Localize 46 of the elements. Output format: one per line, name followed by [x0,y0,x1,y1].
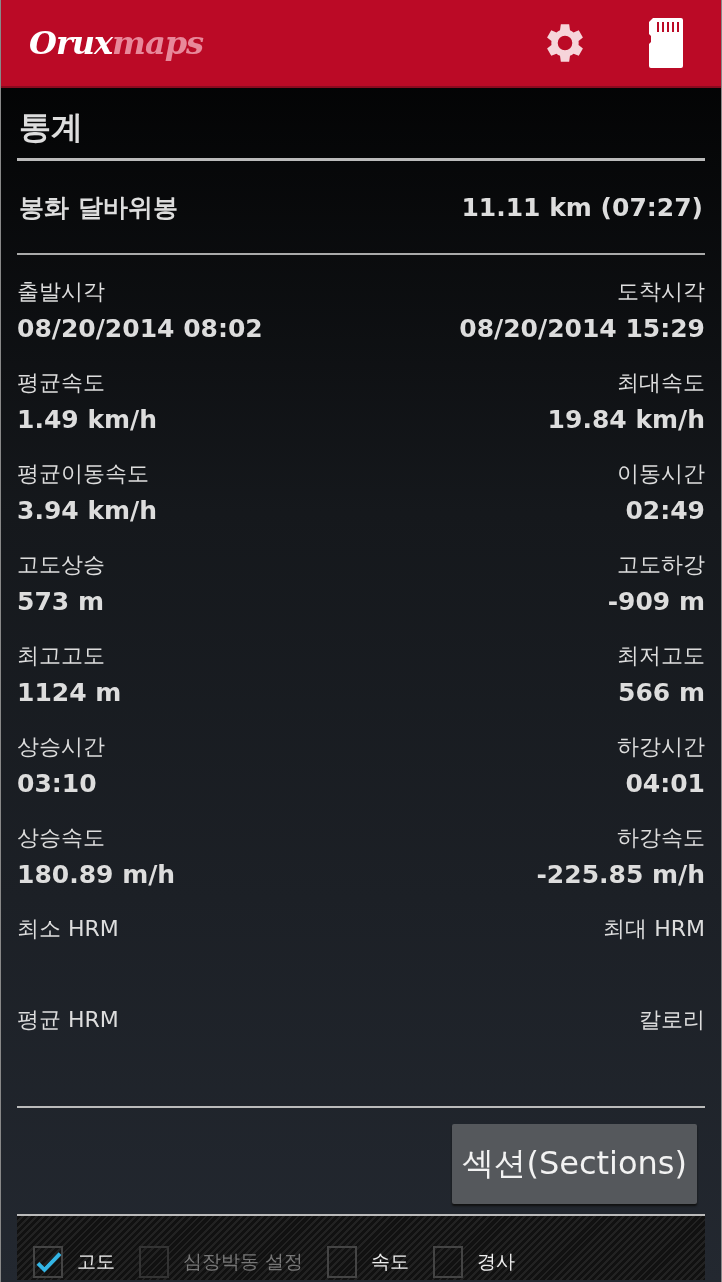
stat-label: 최소 HRM [17,915,119,943]
screen-title: 통계 [17,88,705,161]
stat-value: 3.94 km/h [17,495,157,527]
checkbox[interactable] [33,1246,63,1278]
checkbox-label: 고도 [77,1249,115,1274]
stat-label: 하강시간 [617,733,705,761]
checkbox[interactable] [327,1246,358,1278]
stat-label: 평균이동속도 [17,460,149,488]
stat-label: 평균속도 [17,369,105,397]
stat-value: 1.49 km/h [17,404,157,436]
stat-value: 03:10 [17,768,97,800]
track-name: 봉화 달바위봉 [19,191,178,224]
stat-value: -909 m [607,586,705,618]
checkbox-label: 심장박동 설정 [183,1249,304,1274]
stat-label: 이동시간 [617,460,705,488]
stat-label: 출발시각 [17,278,105,306]
stat-label: 하강속도 [617,824,705,852]
check-icon [36,1249,62,1275]
stat-label: 최대 HRM [603,915,705,943]
app-logo: Oruxmaps [29,24,204,62]
stat-value: -225.85 m/h [536,859,705,891]
stat-value: 02:49 [625,495,705,527]
stat-value: 180.89 m/h [17,859,176,891]
stat-label: 평균 HRM [17,1006,119,1034]
stat-value: 08/20/2014 15:29 [459,313,705,345]
stat-label: 고도하강 [617,551,705,579]
stat-label: 상승속도 [17,824,105,852]
stat-value: 19.84 km/h [547,404,705,436]
track-distance: 11.11 km (07:27) [461,192,703,222]
stat-label: 칼로리 [639,1006,705,1034]
stat-value: 573 m [17,586,104,618]
stat-value: 08/20/2014 08:02 [17,313,263,345]
stat-label: 최고고도 [17,642,105,670]
stat-value: 04:01 [625,768,705,800]
sections-button[interactable]: 섹션(Sections) [452,1124,697,1204]
stat-label: 상승시간 [17,733,105,761]
stat-label: 최저고도 [617,642,705,670]
checkbox-label: 경사 [477,1249,516,1274]
stat-label: 최대속도 [617,369,705,397]
sd-card-icon[interactable] [647,18,683,68]
checkbox-label: 속도 [371,1249,410,1274]
stat-value: 566 m [618,677,705,709]
stat-label: 도착시각 [617,278,705,306]
stat-label: 고도상승 [17,551,105,579]
stat-value: 1124 m [17,677,122,709]
checkbox[interactable] [433,1246,464,1278]
